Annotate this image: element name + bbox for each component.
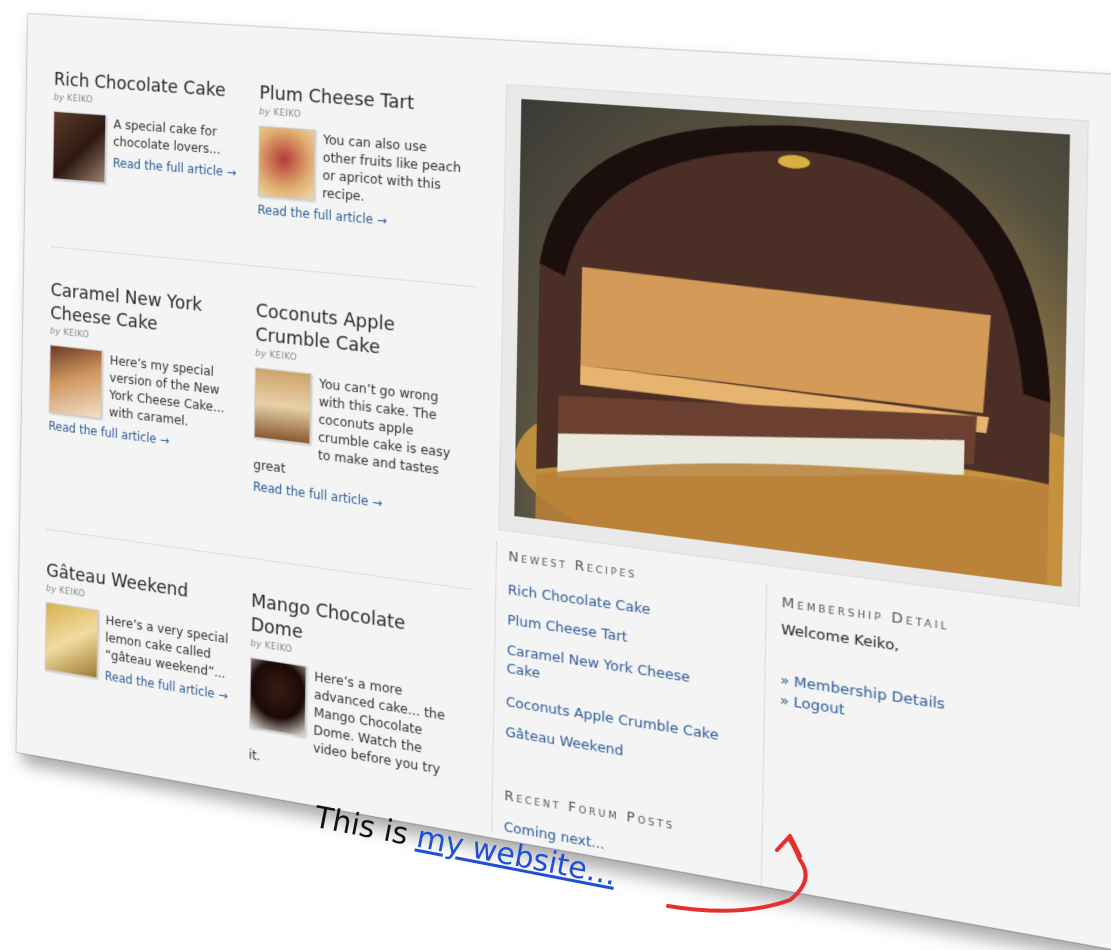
featured-cake-photo[interactable] [514,98,1070,587]
post-rich-chocolate-cake: Rich Chocolate Cake by KEIKO A special c… [52,68,245,199]
post-thumbnail[interactable] [249,657,307,738]
welcome-text: Welcome Keiko, [780,621,900,656]
post-mango-chocolate-dome: Mango Chocolate Dome by KEIKO Here’s a m… [249,589,456,798]
post-thumbnail[interactable] [52,110,107,184]
post-thumbnail[interactable] [257,125,316,201]
post-gateau-weekend: Gâteau Weekend by KEIKO Here’s a very sp… [44,559,237,706]
website-page: Rich Chocolate Cake by KEIKO A special c… [16,14,1111,950]
post-thumbnail[interactable] [253,367,312,445]
newest-recipes-heading: Newest Recipes [508,548,638,583]
post-plum-cheese-tart: Plum Cheese Tart by KEIKO You can also u… [257,81,464,235]
divider [51,246,477,288]
post-thumbnail[interactable] [44,601,99,679]
chocolate-dome-illustration [514,109,1070,587]
sidebar-divider [760,583,768,887]
post-coconuts-apple-crumble: Coconuts Apple Crumble Cake by KEIKO You… [253,299,460,521]
screenshot-stage: Rich Chocolate Cake by KEIKO A special c… [0,0,1111,950]
newest-recipe-link[interactable]: Plum Cheese Tart [507,611,627,647]
featured-image-frame [498,83,1089,607]
post-thumbnail[interactable] [48,344,103,420]
newest-recipe-link[interactable]: Gâteau Weekend [505,723,623,761]
post-caramel-ny-cheese-cake: Caramel New York Cheese Cake by KEIKO He… [48,278,241,456]
sidebar-divider [491,541,498,833]
